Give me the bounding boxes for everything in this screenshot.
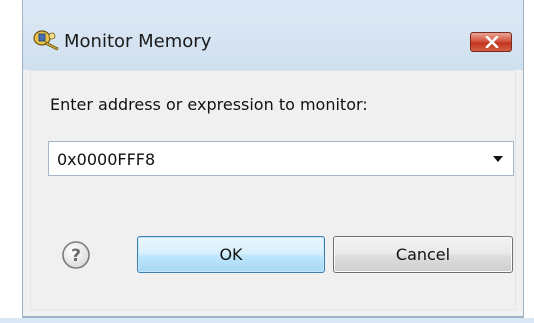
help-icon[interactable]: ?	[61, 240, 91, 270]
window-bottom-strip	[0, 318, 534, 323]
close-button[interactable]	[470, 32, 512, 52]
address-combo-box[interactable]: 0x0000FFF8	[48, 141, 514, 176]
cancel-button[interactable]: Cancel	[333, 236, 513, 273]
chevron-down-icon[interactable]	[493, 156, 503, 162]
close-icon	[485, 36, 499, 48]
ok-button[interactable]: OK	[137, 236, 325, 273]
memory-monitor-icon	[33, 30, 59, 51]
monitor-memory-dialog: Monitor Memory Enter address or expressi…	[0, 0, 534, 323]
dialog-title: Monitor Memory	[64, 31, 212, 52]
title-bar-top-edge	[23, 0, 523, 14]
dialog-frame-left	[0, 0, 22, 323]
address-input[interactable]: 0x0000FFF8	[57, 150, 155, 169]
address-prompt-label: Enter address or expression to monitor:	[50, 95, 368, 114]
svg-text:?: ?	[71, 246, 81, 266]
